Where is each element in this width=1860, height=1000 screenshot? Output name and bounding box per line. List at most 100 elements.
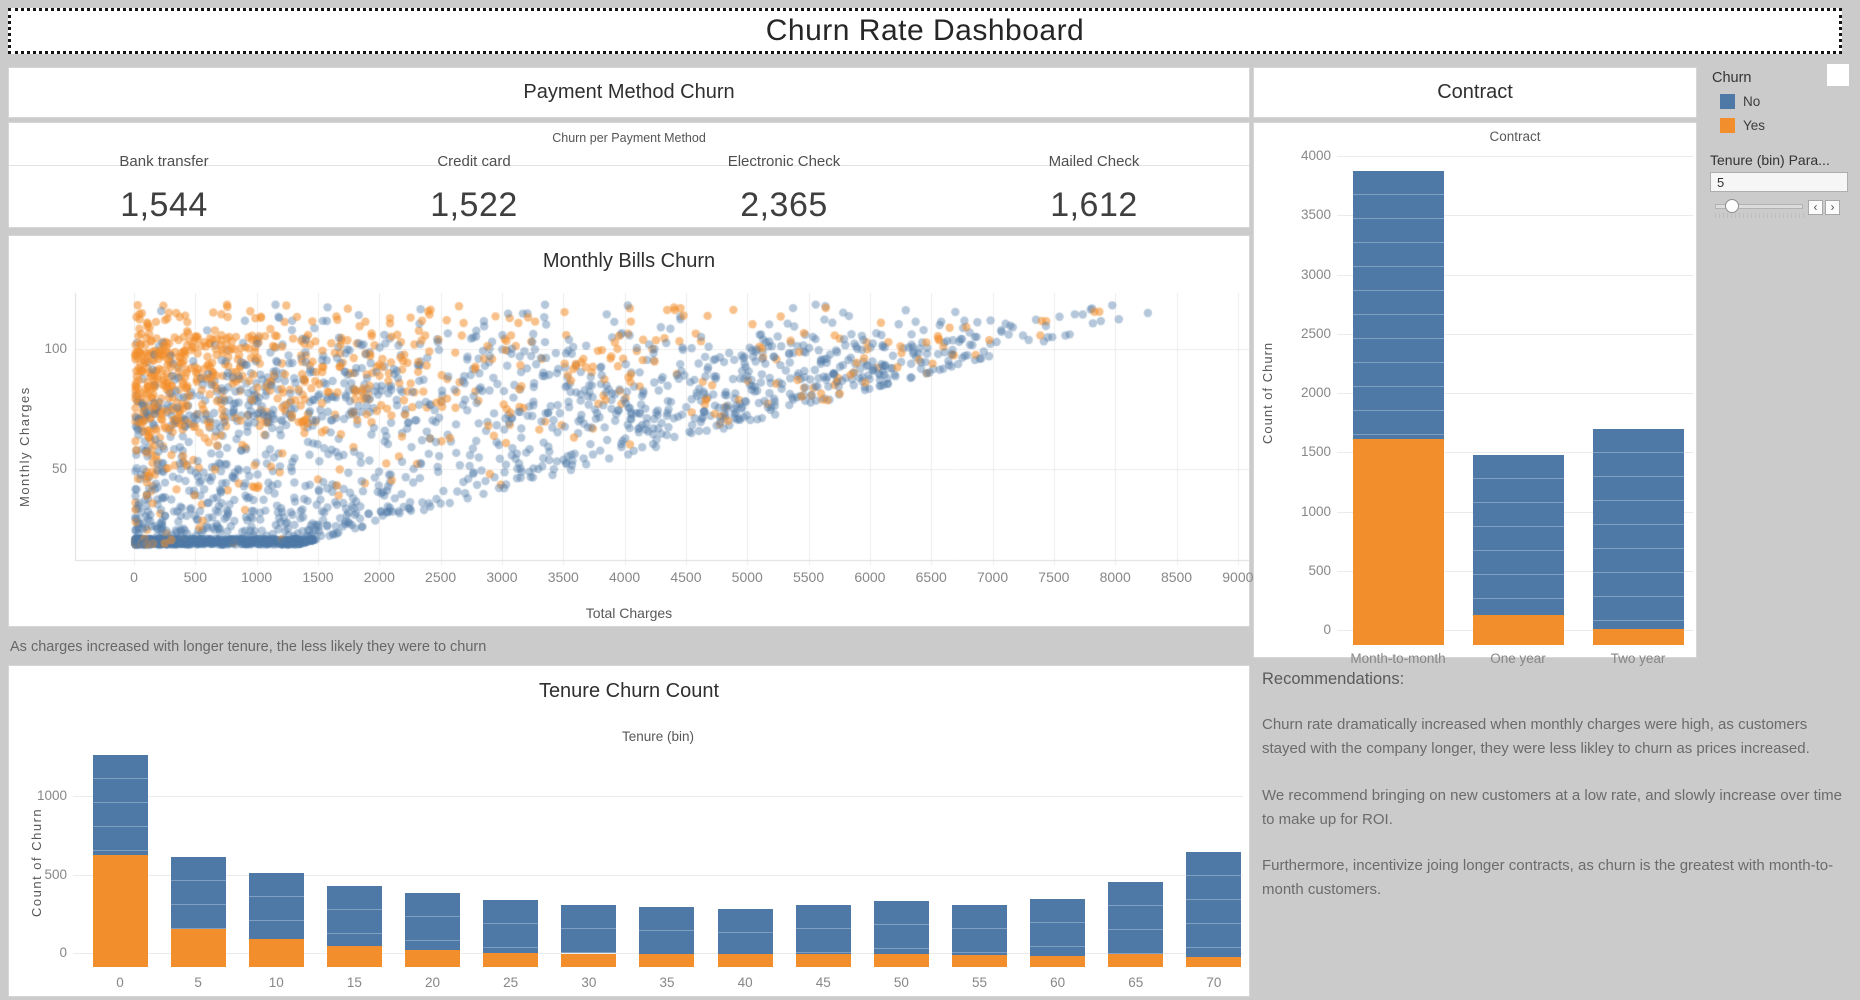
bar-segment-no[interactable] <box>874 901 929 954</box>
bar-segment-yes[interactable] <box>952 955 1007 967</box>
bar-chart-category-label: 45 <box>784 975 862 990</box>
bar-segment-yes[interactable] <box>639 954 694 967</box>
parameter-slider-thumb[interactable] <box>1725 199 1739 213</box>
bar-segment-no[interactable] <box>796 905 851 954</box>
parameter-increment-button[interactable]: › <box>1825 200 1840 215</box>
kpi-column-header: Mailed Check <box>939 153 1249 170</box>
bar-segment-yes[interactable] <box>1108 954 1163 967</box>
kpi-column-header: Electronic Check <box>629 153 939 170</box>
kpi-column: Bank transfer 1,544 <box>9 147 319 227</box>
bar-chart-ytick-label: 500 <box>1285 563 1331 578</box>
bar-chart-ytick-label: 0 <box>21 945 67 960</box>
bar-chart-category-label: 65 <box>1097 975 1175 990</box>
payment-panel-title: Payment Method Churn <box>523 81 734 104</box>
kpi-columns: Bank transfer1,544Credit card1,522Electr… <box>9 147 1249 227</box>
legend-blank-square <box>1827 64 1849 86</box>
contract-ylabel: Count of Churn <box>1260 293 1275 493</box>
bar-segment-yes[interactable] <box>796 954 851 967</box>
scatter-ytick-label: 100 <box>27 341 67 356</box>
bar-segment-no[interactable] <box>249 873 304 939</box>
bar-chart-category-label: Two year <box>1578 651 1698 666</box>
bar-segment-yes[interactable] <box>483 953 538 967</box>
bar-chart-category-label: 0 <box>81 975 159 990</box>
bar-segment-no[interactable] <box>1186 852 1241 957</box>
parameter-decrement-button[interactable]: ‹ <box>1808 200 1823 215</box>
bar-chart-category-label: One year <box>1458 651 1578 666</box>
bar-segment-yes[interactable] <box>1030 956 1085 967</box>
bar-chart-category-label: 10 <box>237 975 315 990</box>
kpi-column: Electronic Check 2,365 <box>629 147 939 227</box>
scatter-xtick-label: 4500 <box>656 569 716 585</box>
bar-segment-no[interactable] <box>327 886 382 945</box>
bar-segment-yes[interactable] <box>1353 439 1444 645</box>
scatter-ylabel: Monthly Charges <box>17 342 32 552</box>
bar-segment-no[interactable] <box>639 907 694 954</box>
bar-segment-yes[interactable] <box>93 855 148 967</box>
legend-item-no[interactable]: No <box>1720 94 1760 109</box>
churn-legend-title: Churn <box>1712 70 1752 86</box>
bar-segment-no[interactable] <box>405 893 460 950</box>
tenure-panel-title: Tenure Churn Count <box>539 680 719 703</box>
scatter-xtick-label: 7000 <box>963 569 1023 585</box>
kpi-value[interactable]: 1,612 <box>939 186 1249 225</box>
bar-segment-no[interactable] <box>171 857 226 929</box>
kpi-column-header: Bank transfer <box>9 153 319 170</box>
kpi-value[interactable]: 1,544 <box>9 186 319 225</box>
bar-chart-category-label: 25 <box>472 975 550 990</box>
kpi-value[interactable]: 1,522 <box>319 186 629 225</box>
bar-segment-yes[interactable] <box>1593 629 1684 645</box>
bar-chart-ytick-label: 3000 <box>1285 267 1331 282</box>
kpi-value[interactable]: 2,365 <box>629 186 939 225</box>
scatter-xtick-label: 500 <box>165 569 225 585</box>
bar-segment-yes[interactable] <box>405 950 460 967</box>
scatter-panel-title: Monthly Bills Churn <box>543 250 715 273</box>
bar-segment-no[interactable] <box>93 755 148 855</box>
bar-segment-no[interactable] <box>1030 899 1085 956</box>
bar-chart-gridline <box>1337 156 1693 157</box>
dashboard-title: Churn Rate Dashboard <box>766 14 1085 48</box>
scatter-xtick-label: 2500 <box>411 569 471 585</box>
bar-segment-no[interactable] <box>1108 882 1163 954</box>
legend-item-yes[interactable]: Yes <box>1720 118 1765 133</box>
bar-chart-ytick-label: 1000 <box>21 788 67 803</box>
bar-chart-ytick-label: 1500 <box>1285 444 1331 459</box>
scatter-xtick-label: 4000 <box>595 569 655 585</box>
recommendation-paragraph: Churn rate dramatically increased when m… <box>1262 713 1854 762</box>
bar-chart-category-label: 70 <box>1175 975 1253 990</box>
bar-segment-yes[interactable] <box>874 954 929 967</box>
bar-chart-ytick-label: 0 <box>1285 622 1331 637</box>
legend-swatch-yes <box>1720 118 1735 133</box>
bar-chart-category-label: 60 <box>1019 975 1097 990</box>
legend-item-label: No <box>1743 94 1760 109</box>
scatter-xtick-label: 5000 <box>717 569 777 585</box>
bar-segment-yes[interactable] <box>327 946 382 967</box>
bar-chart-category-label: 30 <box>550 975 628 990</box>
scatter-xlabel: Total Charges <box>9 605 1249 621</box>
tenure-panel-title-strip: Tenure Churn Count <box>8 665 1250 718</box>
parameter-title: Tenure (bin) Para... <box>1710 152 1830 168</box>
bar-segment-yes[interactable] <box>718 954 773 967</box>
bar-segment-no[interactable] <box>561 905 616 953</box>
bar-chart-category-label: Month-to-month <box>1338 651 1458 666</box>
bar-segment-no[interactable] <box>1353 171 1444 439</box>
bar-segment-yes[interactable] <box>249 939 304 967</box>
bar-chart-category-label: 15 <box>315 975 393 990</box>
parameter-value-input[interactable] <box>1710 172 1848 192</box>
bar-segment-no[interactable] <box>1593 429 1684 629</box>
bar-segment-no[interactable] <box>718 909 773 954</box>
bar-segment-no[interactable] <box>483 900 538 952</box>
bar-segment-yes[interactable] <box>561 954 616 967</box>
bar-segment-no[interactable] <box>952 905 1007 955</box>
bar-chart-category-label: 35 <box>628 975 706 990</box>
bar-segment-yes[interactable] <box>1186 957 1241 967</box>
bar-segment-no[interactable] <box>1473 455 1564 615</box>
bar-segment-yes[interactable] <box>1473 615 1564 645</box>
recommendations-heading: Recommendations: <box>1262 670 1854 689</box>
scatter-xtick-label: 8000 <box>1085 569 1145 585</box>
bar-chart-ytick-label: 4000 <box>1285 148 1331 163</box>
scatter-xtick-label: 3500 <box>533 569 593 585</box>
bar-segment-yes[interactable] <box>171 929 226 967</box>
payment-kpi-panel: Churn per Payment Method Bank transfer1,… <box>8 122 1250 228</box>
scatter-xtick-label: 3000 <box>472 569 532 585</box>
recommendation-paragraph: Furthermore, incentivize joing longer co… <box>1262 854 1854 903</box>
